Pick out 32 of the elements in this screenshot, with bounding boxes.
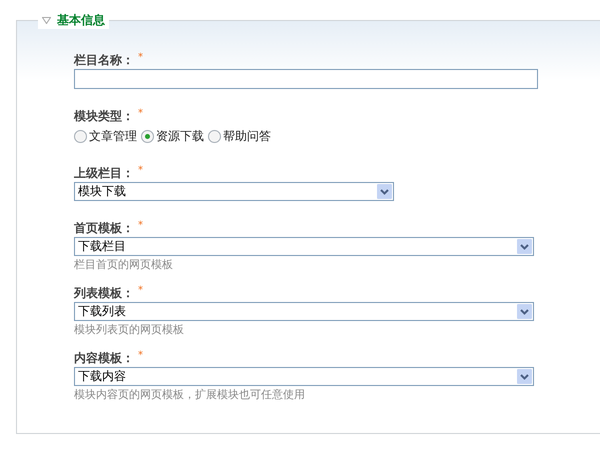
radio-label: 帮助问答 bbox=[223, 128, 271, 144]
chevron-down-icon bbox=[517, 239, 532, 254]
required-mark: * bbox=[138, 53, 143, 63]
select-dropdown[interactable]: 模块下载 bbox=[74, 182, 394, 201]
hint-text: 栏目首页的网页模板 bbox=[74, 258, 174, 272]
field-label: 模块类型： bbox=[74, 109, 134, 123]
chevron-down-icon bbox=[517, 304, 532, 319]
field-label: 栏目名称： bbox=[74, 53, 134, 67]
hint-text: 模块内容页的网页模板，扩展模块也可任意使用 bbox=[74, 388, 306, 402]
hint-text: 模块列表页的网页模板 bbox=[74, 323, 185, 337]
field-label: 内容模板： bbox=[74, 351, 134, 365]
input-field[interactable] bbox=[74, 69, 538, 89]
radio-button[interactable] bbox=[208, 130, 221, 142]
select-dropdown[interactable]: 下载栏目 bbox=[74, 237, 534, 256]
triangle-down-icon[interactable] bbox=[42, 16, 51, 24]
radio-button[interactable] bbox=[141, 130, 154, 142]
radio-label: 资源下载 bbox=[156, 128, 204, 144]
required-mark: * bbox=[138, 109, 143, 119]
field-label: 列表模板： bbox=[74, 286, 134, 300]
required-mark: * bbox=[138, 286, 143, 296]
radio-label: 文章管理 bbox=[89, 128, 137, 144]
field-label: 上级栏目： bbox=[74, 166, 134, 180]
required-mark: * bbox=[138, 166, 143, 176]
chevron-down-icon bbox=[377, 184, 392, 199]
radio-button[interactable] bbox=[74, 130, 87, 142]
select-dropdown[interactable]: 下载内容 bbox=[74, 367, 534, 386]
field-label: 首页模板： bbox=[74, 221, 134, 235]
section-title: 基本信息 bbox=[57, 12, 105, 28]
required-mark: * bbox=[138, 221, 143, 231]
required-mark: * bbox=[138, 351, 143, 361]
select-dropdown[interactable]: 下载列表 bbox=[74, 302, 534, 321]
chevron-down-icon bbox=[517, 369, 532, 384]
